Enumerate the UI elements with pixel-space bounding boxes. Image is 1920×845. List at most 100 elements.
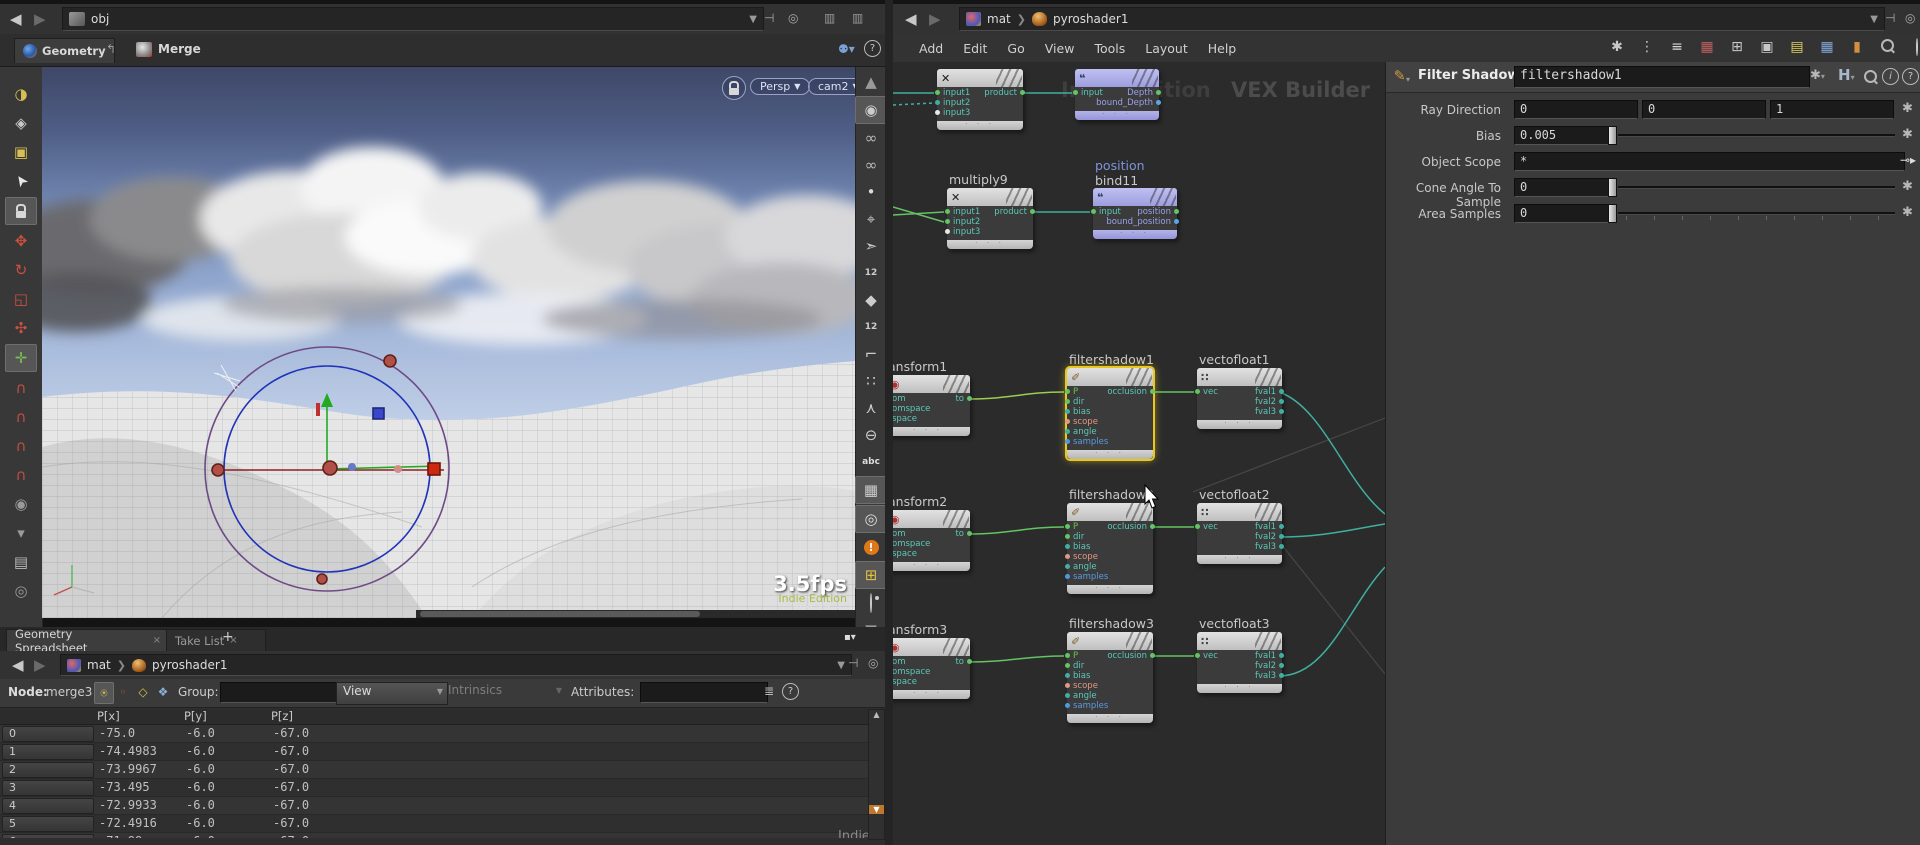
output-dot[interactable] <box>1279 653 1284 658</box>
menu-view[interactable]: View <box>1035 38 1085 59</box>
point-markers-icon[interactable]: ➣ <box>856 233 886 259</box>
param-field[interactable]: 0 <box>1514 204 1609 223</box>
node-shape-icon[interactable]: ▣ <box>1755 36 1779 58</box>
back-arrow[interactable]: ◀ <box>12 655 24 675</box>
pin-pane-icon[interactable]: ⊣ <box>848 656 858 670</box>
radial-menu-icon[interactable]: ◎ <box>868 656 878 670</box>
output-dot[interactable] <box>1279 534 1284 539</box>
node-multiply9[interactable]: ✕ input1 input2 input3 product · · · <box>945 188 1035 249</box>
geometry-table[interactable]: P[x] P[y] P[z] 0 -75.0 -6.0 -67.0 1 -74.4983 -6.0… <box>0 709 868 838</box>
input-dot[interactable] <box>1065 389 1070 394</box>
node-menu-arrow[interactable]: ▾ <box>1406 75 1410 84</box>
viewport-lock-icon[interactable] <box>722 76 746 100</box>
table-row[interactable]: 2 -73.9967 -6.0 -67.0 <box>0 761 868 779</box>
viewport-h-scrollbar[interactable] <box>416 610 855 618</box>
output-dot[interactable] <box>1279 409 1284 414</box>
input-dot[interactable] <box>1065 693 1070 698</box>
node-footer[interactable]: · · · <box>1067 714 1153 723</box>
gear-icon[interactable]: ✱ <box>1902 101 1913 116</box>
input-dot[interactable] <box>1065 544 1070 549</box>
prim-numbers-icon[interactable]: 12 <box>856 314 886 340</box>
forward-arrow[interactable]: ▶ <box>34 655 46 675</box>
table-row[interactable]: 1 -74.4983 -6.0 -67.0 <box>0 743 868 761</box>
color-palette-icon[interactable]: ▦ <box>1695 36 1719 58</box>
table-row[interactable]: 3 -73.495 -6.0 -67.0 <box>0 779 868 797</box>
camera-select-button[interactable]: cam2▼ <box>808 78 855 95</box>
output-dot[interactable] <box>967 659 972 664</box>
shading-menu-icon[interactable]: ⊖ <box>856 422 886 448</box>
snap-point-tool-icon[interactable]: ∩ <box>6 433 36 459</box>
node-footer[interactable]: · · · <box>1067 585 1153 594</box>
forward-arrow[interactable]: ▶ <box>929 9 941 29</box>
input-dot[interactable] <box>1195 524 1200 529</box>
slider-track[interactable] <box>1618 212 1895 214</box>
tab-close-icon[interactable]: × <box>153 635 161 646</box>
input-dot[interactable] <box>945 219 950 224</box>
input-dot[interactable] <box>1065 524 1070 529</box>
column-header-P[x][interactable]: P[x] <box>93 709 182 725</box>
node-vectofloat3[interactable]: ∷ vec fval1 fval2 fval3 · · · <box>1195 632 1284 693</box>
help-icon[interactable]: ? <box>782 683 799 700</box>
input-dot[interactable] <box>1065 554 1070 559</box>
input-dot[interactable] <box>945 229 950 234</box>
help-icon[interactable]: ? <box>864 40 881 57</box>
input-dot[interactable] <box>1065 419 1070 424</box>
slider-track[interactable] <box>1618 134 1895 136</box>
select-arrow-tool-icon[interactable]: ➤ <box>6 168 36 194</box>
radial-menu-icon[interactable]: ◎ <box>788 11 798 25</box>
node-footer[interactable]: · · · <box>937 121 1023 130</box>
pane-layout-icon[interactable]: ▥ <box>852 11 863 25</box>
layout-boxes-icon[interactable]: ⊞ <box>1725 36 1749 58</box>
menu-help[interactable]: Help <box>1198 38 1247 59</box>
input-dot[interactable] <box>1065 534 1070 539</box>
table-row[interactable]: 0 -75.0 -6.0 -67.0 <box>0 725 868 743</box>
gear-icon[interactable]: ✱ <box>1902 205 1913 220</box>
row-number[interactable]: 4 <box>2 798 94 814</box>
menu-edit[interactable]: Edit <box>953 38 997 59</box>
output-dot[interactable] <box>1150 524 1155 529</box>
follow-link-icon[interactable]: ↰ <box>106 42 116 56</box>
camera-tool-icon[interactable]: ◉ <box>6 491 36 517</box>
presets-people-icon[interactable]: ⚉▾ <box>838 42 855 56</box>
table-v-scrollbar[interactable]: ▲ ▼ <box>868 709 885 840</box>
node-footer[interactable]: · · · <box>893 562 970 571</box>
output-dot[interactable] <box>1279 663 1284 668</box>
table-row[interactable]: 5 -72.4916 -6.0 -67.0 <box>0 815 868 833</box>
column-header-P[y][interactable]: P[y] <box>180 709 269 725</box>
view-mode-icon[interactable]: ◉ <box>855 96 887 124</box>
point-normals-icon[interactable]: ⌖ <box>856 206 886 232</box>
snapshot-icon[interactable]: ▦ <box>855 476 887 504</box>
node-filtershadow2[interactable]: ✐ Pdir bias scope angle samples occlusion · · · <box>1065 503 1155 594</box>
scale-tool-icon[interactable]: ◱ <box>6 286 36 312</box>
table-row[interactable]: 6-71.99 -6.0 -67.0 <box>0 833 868 838</box>
op-chooser-icon[interactable]: ⊸▸ <box>1900 153 1916 167</box>
input-dot[interactable] <box>1065 429 1070 434</box>
point-numbers-icon[interactable]: 12 <box>856 260 886 286</box>
wand-icon[interactable]: ✐ <box>1390 69 1406 81</box>
display-options-icon[interactable]: ∞ <box>856 125 886 151</box>
output-dot[interactable] <box>1030 209 1035 214</box>
node-vectofloat1[interactable]: ∷ vec fval1 fval2 fval3 · · · <box>1195 368 1284 429</box>
add-tab-button[interactable]: + <box>222 629 234 645</box>
forward-arrow[interactable]: ▶ <box>34 9 46 29</box>
input-dot[interactable] <box>1065 439 1070 444</box>
sticky-note-icon[interactable]: ▤ <box>1785 36 1809 58</box>
menu-tools[interactable]: Tools <box>1084 38 1135 59</box>
gear-menu-icon[interactable]: ✱▾ <box>1810 68 1825 83</box>
node-bind[interactable]: ❝ input Depth bound_Depth · · · <box>1073 69 1161 120</box>
attributes-input[interactable] <box>640 682 768 703</box>
snap-curve-tool-icon[interactable]: ∩ <box>6 404 36 430</box>
table-row[interactable]: 4 -72.9933 -6.0 -67.0 <box>0 797 868 815</box>
input-dot[interactable] <box>935 100 940 105</box>
node-footer[interactable]: · · · <box>893 427 970 436</box>
layout-grid-icon[interactable]: ⊞ <box>855 561 887 589</box>
tree-view-icon[interactable]: ⋮ <box>1635 36 1659 58</box>
template-flag-icon[interactable]: ⍟ <box>94 682 114 704</box>
input-dot[interactable] <box>1065 564 1070 569</box>
output-dot[interactable] <box>1279 399 1284 404</box>
node-footer[interactable]: · · · <box>1197 420 1282 429</box>
node-footer[interactable]: · · · <box>1197 684 1282 693</box>
node-vectofloat2[interactable]: ∷ vec fval1 fval2 fval3 · · · <box>1195 503 1284 564</box>
node-footer[interactable]: · · · <box>947 240 1033 249</box>
rotate-tool-icon[interactable]: ↻ <box>6 257 36 283</box>
